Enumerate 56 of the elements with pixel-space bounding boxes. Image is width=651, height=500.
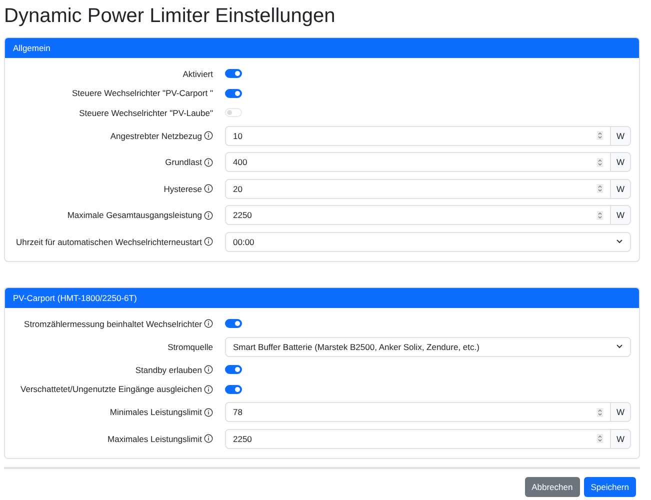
field-label: Hysterese <box>164 184 202 194</box>
field-label: Stromquelle <box>168 342 213 352</box>
stepper-icon[interactable] <box>597 131 603 140</box>
info-icon[interactable] <box>204 408 213 417</box>
number-field[interactable]: 20 <box>225 178 611 199</box>
info-icon[interactable] <box>204 184 213 194</box>
unit-label: W <box>611 126 631 146</box>
toggle-switch[interactable] <box>225 88 242 98</box>
field-label: Standby erlauben <box>135 364 202 375</box>
field-label: Uhrzeit für automatischen Wechselrichterneustart <box>16 236 202 247</box>
info-icon[interactable] <box>204 319 213 328</box>
card-header: PV-Carport (HMT-1800/2250-6T) <box>5 288 639 308</box>
number-field[interactable]: 10 <box>225 126 611 146</box>
number-field[interactable]: 2250 <box>225 205 611 226</box>
field-label: Angestrebter Netzbezug <box>110 130 202 141</box>
info-icon[interactable] <box>204 434 213 444</box>
chevron-down-icon[interactable] <box>616 239 623 244</box>
stepper-icon[interactable] <box>597 184 603 194</box>
toggle-switch[interactable] <box>225 69 242 78</box>
page-title: Dynamic Power Limiter Einstellungen <box>4 4 336 29</box>
stepper-icon[interactable] <box>597 158 603 167</box>
field-label: Steuere Wechselrichter "PV-Carport " <box>72 88 213 98</box>
field-label: Maximale Gesamtausgangsleistung <box>67 210 202 220</box>
field-label: Verschattetet/Ungenutzte Eingänge ausgleichen <box>20 384 202 394</box>
number-field[interactable]: 400 <box>225 152 611 172</box>
stepper-icon[interactable] <box>597 408 603 417</box>
field-label: Stromzählermessung beinhaltet Wechselrichter <box>24 318 202 329</box>
info-icon[interactable] <box>204 131 213 140</box>
info-icon[interactable] <box>204 365 213 374</box>
unit-label: W <box>611 152 631 172</box>
select-field[interactable]: Smart Buffer Batterie (Marstek B2500, Anker Solix, Zendure, etc.) <box>225 336 631 357</box>
info-icon[interactable] <box>204 158 213 167</box>
field-label: Steuere Wechselrichter "PV-Laube" <box>79 108 213 118</box>
save-button[interactable]: Speichern <box>584 477 636 497</box>
toggle-switch[interactable] <box>225 319 242 328</box>
info-icon[interactable] <box>204 384 213 394</box>
chevron-down-icon[interactable] <box>616 344 623 350</box>
toggle-switch[interactable] <box>225 365 242 374</box>
toggle-switch[interactable] <box>225 384 242 394</box>
field-label: Maximales Leistungslimit <box>108 434 202 444</box>
stepper-icon[interactable] <box>597 210 603 220</box>
stepper-icon[interactable] <box>597 434 603 444</box>
card-header: Allgemein <box>5 38 639 58</box>
field-label: Grundlast <box>165 157 202 168</box>
number-field[interactable]: 78 <box>225 402 611 422</box>
field-label: Aktiviert <box>182 68 213 79</box>
number-field[interactable]: 2250 <box>225 428 611 449</box>
unit-label: W <box>611 205 631 226</box>
cancel-button[interactable]: Abbrechen <box>524 477 580 497</box>
info-icon[interactable] <box>204 237 213 246</box>
select-field[interactable]: 00:00 <box>225 232 631 252</box>
info-icon[interactable] <box>204 210 213 220</box>
unit-label: W <box>611 178 631 199</box>
unit-label: W <box>611 428 631 449</box>
field-label: Minimales Leistungslimit <box>110 407 202 418</box>
unit-label: W <box>611 402 631 422</box>
